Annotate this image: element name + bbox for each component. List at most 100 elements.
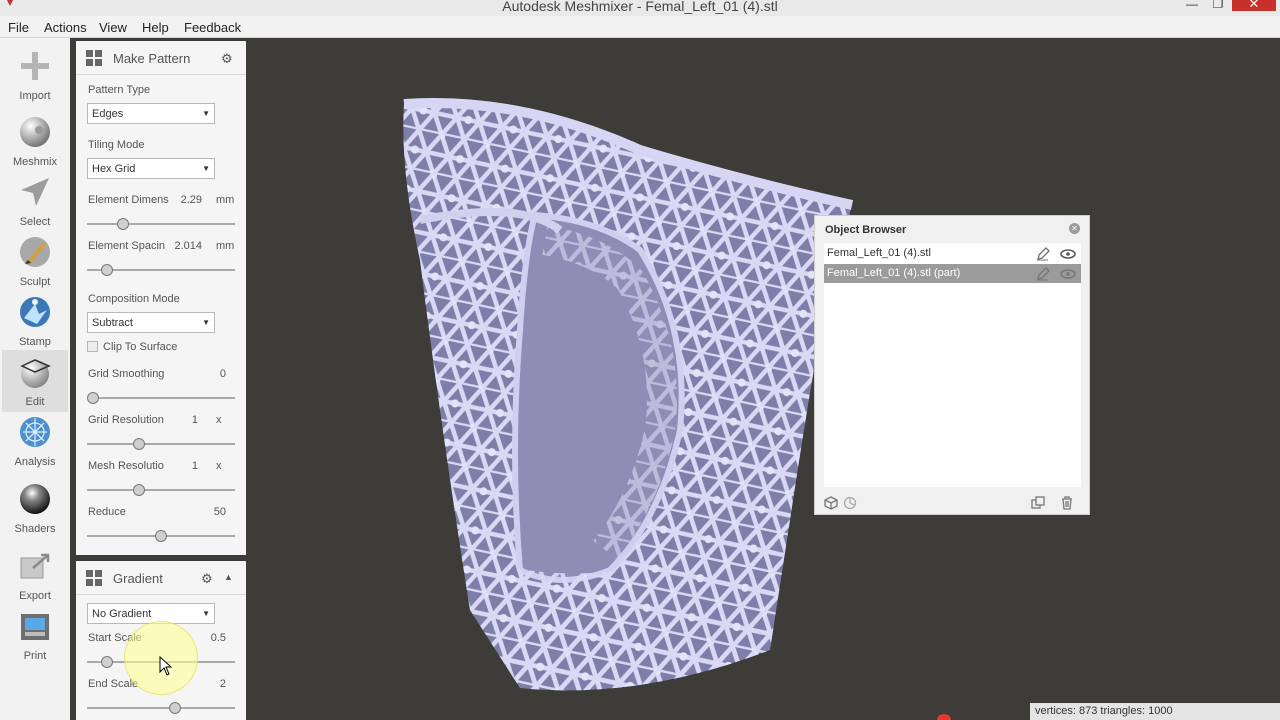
menu-feedback[interactable]: Feedback [184, 20, 241, 35]
pivot-icon[interactable] [843, 496, 857, 510]
slider-thumb[interactable] [133, 484, 146, 496]
reduce-value[interactable]: 50 [196, 506, 226, 518]
gear-icon[interactable]: ⚙ [201, 571, 213, 587]
slider-track [87, 707, 235, 709]
maximize-button[interactable]: ❐ [1208, 0, 1228, 11]
edit-icon [20, 359, 51, 388]
tool-print[interactable]: Print [2, 604, 68, 666]
edit-pencil-icon[interactable] [1036, 247, 1050, 261]
minimize-button[interactable]: — [1182, 0, 1202, 11]
brush-icon [20, 237, 50, 267]
trash-icon[interactable] [1060, 496, 1074, 510]
mouse-cursor-icon [159, 656, 173, 676]
tool-edit[interactable]: Edit [2, 350, 68, 412]
mesh-resolution-label: Mesh Resolutio [88, 460, 164, 472]
menu-help[interactable]: Help [142, 20, 169, 35]
chevron-down-icon: ▼ [202, 164, 210, 173]
grid-resolution-value[interactable]: 1 [172, 414, 198, 426]
close-icon[interactable]: ✕ [1069, 223, 1080, 234]
reduce-slider[interactable] [87, 529, 235, 543]
chevron-down-icon: ▼ [202, 609, 210, 618]
slider-track [87, 223, 235, 225]
pattern-type-select[interactable]: Edges ▼ [87, 103, 215, 124]
slider-thumb[interactable] [87, 392, 99, 404]
grid-smoothing-value[interactable]: 0 [196, 368, 226, 380]
end-scale-value[interactable]: 2 [196, 678, 226, 690]
pattern-type-label: Pattern Type [88, 84, 151, 96]
slider-track [87, 443, 235, 445]
start-scale-value[interactable]: 0.5 [196, 632, 226, 644]
end-scale-slider[interactable] [87, 701, 235, 715]
grid-smoothing-slider[interactable] [87, 391, 235, 405]
tool-analysis[interactable]: Analysis [2, 410, 68, 472]
object-row[interactable]: Femal_Left_01 (4).stl [824, 244, 1081, 263]
export-icon [20, 553, 50, 579]
tool-select[interactable]: Select [2, 170, 68, 232]
mesh-stats: vertices: 873 triangles: 1000 [1035, 705, 1173, 717]
cube-icon[interactable] [824, 496, 838, 510]
tool-stamp[interactable]: Stamp [2, 290, 68, 352]
slider-thumb[interactable] [100, 656, 113, 668]
grid-resolution-slider[interactable] [87, 437, 235, 451]
panel-title: Gradient [113, 571, 163, 586]
tool-label: Edit [25, 396, 45, 408]
tool-label: Stamp [19, 336, 51, 348]
tool-label: Analysis [14, 456, 56, 468]
tool-label: Import [19, 90, 51, 102]
plus-icon [21, 52, 49, 80]
element-dimens-value[interactable]: 2.29 [172, 194, 202, 206]
menu-view[interactable]: View [99, 20, 127, 35]
slider-track [87, 489, 235, 491]
clip-to-surface-checkbox[interactable] [87, 341, 98, 352]
grid-handle-icon[interactable] [86, 570, 102, 586]
slider-thumb[interactable] [168, 702, 181, 714]
panel-title: Make Pattern [113, 51, 191, 66]
object-name: Femal_Left_01 (4).stl [827, 247, 931, 259]
duplicate-icon[interactable] [1031, 496, 1045, 510]
tool-shaders[interactable]: Shaders [2, 477, 68, 539]
edit-pencil-icon[interactable] [1036, 267, 1050, 281]
tiling-mode-value: Hex Grid [92, 163, 136, 175]
slider-thumb[interactable] [155, 530, 167, 542]
gradient-mode-select[interactable]: No Gradient ▼ [87, 603, 215, 624]
grid-handle-icon[interactable] [86, 50, 102, 66]
mesh-resolution-slider[interactable] [87, 483, 235, 497]
viewport[interactable] [248, 38, 1280, 720]
mesh-resolution-unit: x [216, 460, 222, 472]
chevron-down-icon: ▼ [202, 318, 210, 327]
slider-thumb[interactable] [116, 218, 129, 230]
tool-meshmix[interactable]: Meshmix [2, 110, 68, 172]
menu-actions[interactable]: Actions [44, 20, 87, 35]
grid-resolution-unit: x [216, 414, 222, 426]
menu-file[interactable]: File [8, 20, 29, 35]
slider-thumb[interactable] [100, 264, 113, 276]
make-pattern-panel: Make Pattern ⚙ Pattern Type Edges ▼ Tili… [76, 41, 246, 555]
window-title: Autodesk Meshmixer - Femal_Left_01 (4).s… [502, 0, 778, 14]
slider-thumb[interactable] [133, 438, 146, 450]
tool-sculpt[interactable]: Sculpt [2, 230, 68, 292]
tool-label: Select [19, 216, 51, 228]
collapse-caret-icon[interactable]: ▲ [224, 572, 233, 582]
tiling-mode-select[interactable]: Hex Grid ▼ [87, 158, 215, 179]
composition-mode-select[interactable]: Subtract ▼ [87, 312, 215, 333]
element-spacing-slider[interactable] [87, 263, 235, 277]
tool-label: Meshmix [12, 156, 57, 168]
object-name: Femal_Left_01 (4).stl (part) [827, 267, 961, 279]
eye-icon[interactable] [1060, 268, 1076, 280]
element-spacing-value[interactable]: 2.014 [168, 240, 202, 252]
tool-export[interactable]: Export [2, 544, 68, 606]
tool-import[interactable]: Import [2, 44, 68, 106]
eye-icon[interactable] [1060, 248, 1076, 260]
mesh-resolution-value[interactable]: 1 [172, 460, 198, 472]
element-dimens-slider[interactable] [87, 217, 235, 231]
element-dimens-unit: mm [216, 194, 235, 206]
mesh-model[interactable] [248, 38, 1280, 720]
grid-smoothing-label: Grid Smoothing [88, 368, 165, 380]
object-row[interactable]: Femal_Left_01 (4).stl (part) [824, 264, 1081, 283]
close-button[interactable]: ✕ [1232, 0, 1276, 11]
gear-icon[interactable]: ⚙ [221, 51, 233, 67]
object-browser: Object Browser ✕ Femal_Left_01 (4).stl F… [814, 215, 1090, 515]
status-bar: vertices: 873 triangles: 1000 [1030, 703, 1280, 720]
analysis-icon [20, 417, 50, 447]
element-spacing-unit: mm [216, 240, 235, 252]
